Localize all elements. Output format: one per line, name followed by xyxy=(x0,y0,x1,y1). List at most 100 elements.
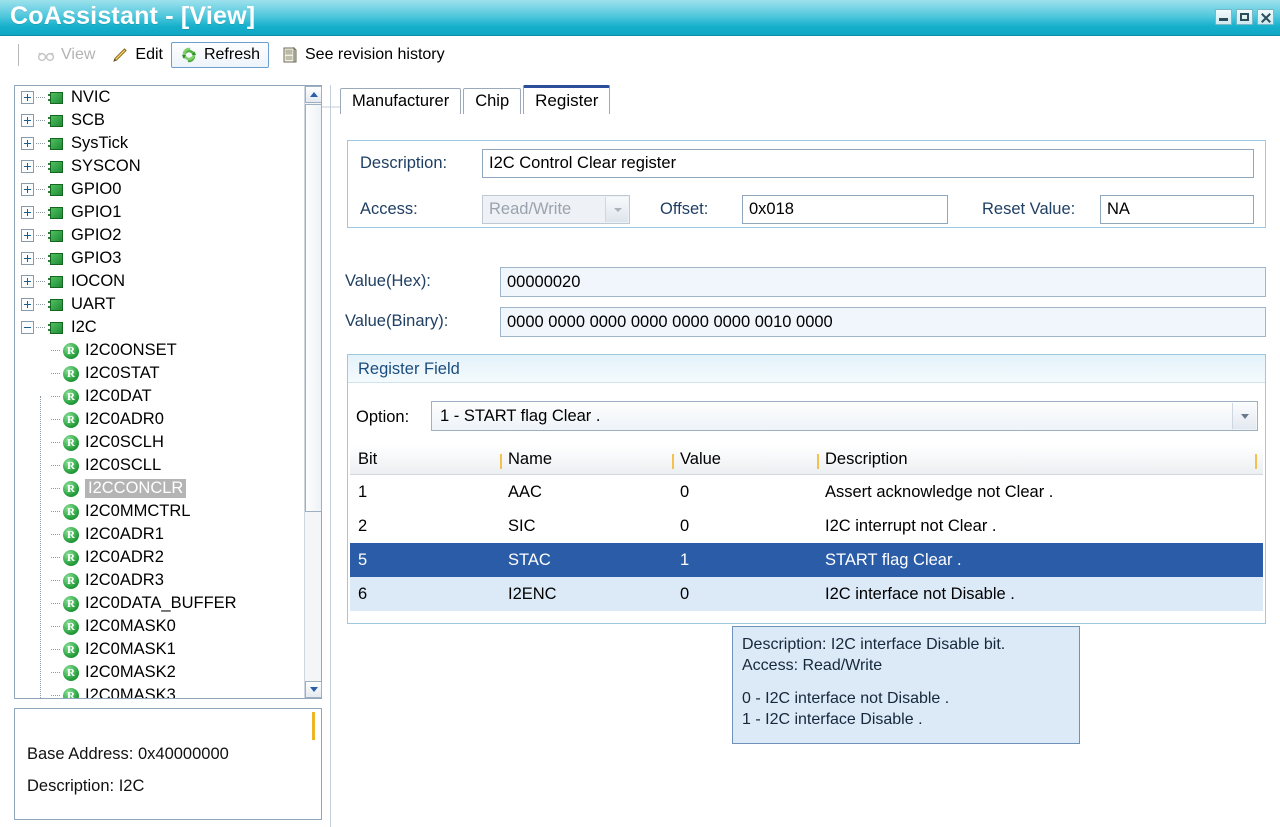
option-select[interactable]: 1 - START flag Clear . xyxy=(431,401,1258,431)
cell-value: 0 xyxy=(680,584,690,603)
tree-connector xyxy=(51,511,60,512)
minimize-button[interactable] xyxy=(1215,9,1232,25)
tree-node-i2c[interactable]: I2C xyxy=(15,316,304,339)
peripheral-tree[interactable]: NVIC SCB SysTick SYSCON GPIO0 GPIO1 GPIO2 GPIO3… xyxy=(15,86,304,698)
tree-node-i2c0adr0[interactable]: R I2C0ADR0 xyxy=(15,408,304,431)
tree-node-systick[interactable]: SysTick xyxy=(15,132,304,155)
tree-node-i2c0mask3[interactable]: R I2C0MASK3 xyxy=(15,684,304,698)
register-icon: R xyxy=(63,641,79,658)
tree-connector xyxy=(36,258,45,259)
tree-node-i2c0adr1[interactable]: R I2C0ADR1 xyxy=(15,523,304,546)
option-label: Option: xyxy=(356,408,410,426)
tree-scrollbar-thumb[interactable] xyxy=(305,104,322,512)
tab-chip[interactable]: Chip xyxy=(463,88,522,114)
tree-node-i2c0mask2[interactable]: R I2C0MASK2 xyxy=(15,661,304,684)
value-binary-input[interactable]: 0000 0000 0000 0000 0000 0000 0010 0000 xyxy=(500,307,1266,337)
tree-node-syscon[interactable]: SYSCON xyxy=(15,155,304,178)
tab-manufacturer[interactable]: Manufacturer xyxy=(340,88,462,114)
expand-icon[interactable] xyxy=(21,252,34,265)
toolbar-edit-button[interactable]: Edit xyxy=(103,42,171,68)
table-row[interactable]: 1 AAC 0 Assert acknowledge not Clear . xyxy=(350,475,1263,509)
expand-icon[interactable] xyxy=(21,206,34,219)
tree-node-i2c0adr2[interactable]: R I2C0ADR2 xyxy=(15,546,304,569)
toolbar-revision-history-label: See revision history xyxy=(305,46,445,63)
tree-node-i2c0dat[interactable]: R I2C0DAT xyxy=(15,385,304,408)
cell-value: 0 xyxy=(680,516,690,535)
tree-node-gpio0[interactable]: GPIO0 xyxy=(15,178,304,201)
tree-node-label: I2C0MASK3 xyxy=(85,686,176,698)
table-row[interactable]: 2 SIC 0 I2C interrupt not Clear . xyxy=(350,509,1263,543)
tree-connector xyxy=(36,166,45,167)
tree-node-label: I2C0DATA_BUFFER xyxy=(85,594,237,612)
tree-node-gpio1[interactable]: GPIO1 xyxy=(15,201,304,224)
tab-register[interactable]: Register xyxy=(523,85,611,114)
expand-icon[interactable] xyxy=(21,137,34,150)
tree-node-label: GPIO0 xyxy=(71,180,122,198)
toolbar-view-button[interactable]: View xyxy=(29,42,103,68)
tree-node-label: I2C0MASK0 xyxy=(85,617,176,635)
tree-node-nvic[interactable]: NVIC xyxy=(15,86,304,109)
expand-icon[interactable] xyxy=(21,229,34,242)
tree-node-uart[interactable]: UART xyxy=(15,293,304,316)
tree-node-scb[interactable]: SCB xyxy=(15,109,304,132)
tree-connector xyxy=(51,603,60,604)
tree-node-i2c0mask1[interactable]: R I2C0MASK1 xyxy=(15,638,304,661)
tree-node-i2c0sclh[interactable]: R I2C0SCLH xyxy=(15,431,304,454)
offset-input[interactable]: 0x018 xyxy=(742,195,948,224)
tree-connector xyxy=(51,465,60,466)
toolbar-refresh-label: Refresh xyxy=(203,46,260,63)
tree-scrollbar[interactable] xyxy=(304,86,322,698)
expand-icon[interactable] xyxy=(21,275,34,288)
tree-connector xyxy=(51,672,60,673)
tree-connector xyxy=(36,120,45,121)
scroll-up-button[interactable] xyxy=(305,86,322,103)
tree-connector xyxy=(51,626,60,627)
expand-icon[interactable] xyxy=(21,160,34,173)
tree-connector xyxy=(36,235,45,236)
tree-node-label: I2C0ADR3 xyxy=(85,571,164,589)
toolbar-refresh-button[interactable]: Refresh xyxy=(170,42,269,68)
scroll-down-button[interactable] xyxy=(305,681,322,698)
tree-node-label: I2C0MMCTRL xyxy=(85,502,191,520)
column-header-name[interactable]: Name xyxy=(500,450,672,469)
column-header-description[interactable]: Description xyxy=(817,450,1257,469)
table-row[interactable]: 5 STAC 1 START flag Clear . xyxy=(350,543,1263,577)
tree-node-i2c0scll[interactable]: R I2C0SCLL xyxy=(15,454,304,477)
tree-node-i2c0data_buffer[interactable]: R I2C0DATA_BUFFER xyxy=(15,592,304,615)
tree-connector xyxy=(36,304,45,305)
description-input[interactable]: I2C Control Clear register xyxy=(482,149,1254,178)
tree-node-i2c0stat[interactable]: R I2C0STAT xyxy=(15,362,304,385)
collapse-icon[interactable] xyxy=(21,321,34,334)
close-button[interactable] xyxy=(1257,9,1274,25)
tree-node-i2c0onset[interactable]: R I2C0ONSET xyxy=(15,339,304,362)
tree-node-gpio3[interactable]: GPIO3 xyxy=(15,247,304,270)
tree-node-label: NVIC xyxy=(71,88,111,106)
tree-node-i2c0adr3[interactable]: R I2C0ADR3 xyxy=(15,569,304,592)
tree-connector xyxy=(51,396,60,397)
tree-node-i2c0mmctrl[interactable]: R I2C0MMCTRL xyxy=(15,500,304,523)
table-row[interactable]: 6 I2ENC 0 I2C interface not Disable . xyxy=(350,577,1263,611)
tab-chip-label: Chip xyxy=(475,92,510,110)
value-hex-input[interactable]: 00000020 xyxy=(500,267,1266,297)
toolbar-revision-history-button[interactable]: See revision history xyxy=(273,42,453,68)
tree-node-i2c0mask0[interactable]: R I2C0MASK0 xyxy=(15,615,304,638)
tree-node-i2cconclr[interactable]: R I2CCONCLR xyxy=(15,477,304,500)
column-header-bit[interactable]: Bit xyxy=(350,450,500,469)
expand-icon[interactable] xyxy=(21,183,34,196)
tree-node-label: I2CCONCLR xyxy=(85,479,187,498)
maximize-button[interactable] xyxy=(1236,9,1253,25)
pane-splitter[interactable] xyxy=(330,85,331,827)
tree-node-label: I2C0ADR1 xyxy=(85,525,164,543)
cell-name: I2ENC xyxy=(508,584,557,603)
tree-connector xyxy=(36,281,45,282)
history-icon xyxy=(281,46,299,64)
expand-icon[interactable] xyxy=(21,298,34,311)
tree-node-iocon[interactable]: IOCON xyxy=(15,270,304,293)
register-field-title: Register Field xyxy=(358,360,460,378)
expand-icon[interactable] xyxy=(21,114,34,127)
column-header-value[interactable]: Value xyxy=(672,450,817,469)
expand-icon[interactable] xyxy=(21,91,34,104)
reset-value-input[interactable]: NA xyxy=(1100,195,1254,224)
access-select[interactable]: Read/Write xyxy=(482,195,630,224)
tree-node-gpio2[interactable]: GPIO2 xyxy=(15,224,304,247)
